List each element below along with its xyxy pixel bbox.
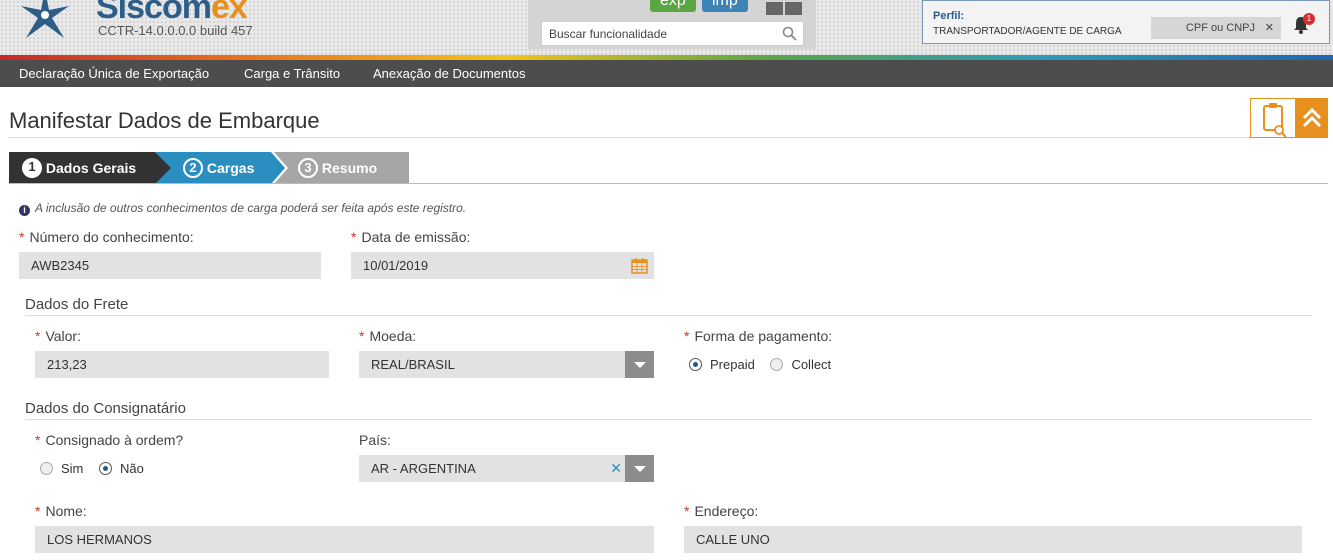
dropdown-arrow-icon[interactable]: [625, 455, 654, 482]
notifications-button[interactable]: 1: [1292, 13, 1315, 38]
search-box: [541, 21, 804, 46]
valor-label: * Valor:: [35, 328, 81, 344]
app-header: Siscomex CCTR-14.0.0.0.0 build 457 exp i…: [0, 0, 1333, 55]
clear-icon[interactable]: ✕: [1265, 17, 1274, 39]
double-chevron-up-icon: [1302, 107, 1322, 128]
wizard-steps: 3 Resumo 2 Cargas 1 Dados Gerais: [9, 152, 409, 184]
radio-icon: [40, 462, 53, 475]
step-resumo[interactable]: 3 Resumo: [274, 152, 409, 184]
radio-icon: [770, 358, 784, 371]
steps-divider: [9, 183, 1328, 184]
menu-item-due[interactable]: Declaração Única de Exportação: [19, 60, 209, 87]
moeda-label: * Moeda:: [359, 328, 417, 344]
section-dados-consignatario: Dados do Consignatário: [25, 400, 186, 417]
pais-select[interactable]: AR - ARGENTINA ✕: [359, 455, 654, 482]
valor-field[interactable]: 213,23: [35, 351, 329, 378]
radio-prepaid[interactable]: Prepaid: [689, 357, 755, 372]
section-divider: [25, 315, 1312, 316]
menu-item-carga-transito[interactable]: Carga e Trânsito: [244, 60, 340, 87]
title-divider: [9, 137, 1328, 138]
step-cargas[interactable]: 2 Cargas: [155, 152, 285, 184]
ordem-label: * Consignado à ordem?: [35, 432, 184, 448]
collapse-up-button[interactable]: [1296, 98, 1328, 138]
nome-field[interactable]: LOS HERMANOS: [35, 526, 654, 553]
cpf-cnpj-field[interactable]: CPF ou CNPJ ✕: [1151, 17, 1281, 39]
header-center-box: exp imp: [528, 0, 816, 49]
search-icon[interactable]: [782, 26, 797, 41]
numero-conhecimento-field[interactable]: AWB2345: [19, 252, 321, 279]
profile-value: TRANSPORTADOR/AGENTE DE CARGA: [933, 26, 1122, 37]
clipboard-search-icon: [1263, 103, 1287, 138]
calendar-icon[interactable]: [631, 257, 648, 274]
apps-grid-icon[interactable]: [766, 2, 804, 16]
numero-label: * Número do conhecimento:: [19, 229, 194, 245]
clear-selection-icon[interactable]: ✕: [610, 455, 622, 482]
menu-item-anexacao[interactable]: Anexação de Documentos: [373, 60, 525, 87]
radio-sim[interactable]: Sim: [40, 461, 83, 476]
section-dados-frete: Dados do Frete: [25, 296, 129, 313]
radio-collect[interactable]: Collect: [770, 357, 831, 372]
dropdown-arrow-icon[interactable]: [625, 351, 654, 378]
pagamento-radio-group: Prepaid Collect: [689, 357, 843, 372]
radio-icon: [99, 462, 113, 475]
cpf-cnpj-placeholder: CPF ou CNPJ: [1185, 22, 1255, 34]
page-title: Manifestar Dados de Embarque: [9, 108, 320, 133]
pais-label: País:: [359, 432, 391, 448]
profile-panel: Perfil: TRANSPORTADOR/AGENTE DE CARGA CP…: [922, 0, 1330, 44]
main-menu: Declaração Única de Exportação Carga e T…: [0, 60, 1333, 87]
ordem-radio-group: Sim Não: [40, 461, 156, 476]
search-input[interactable]: [542, 22, 772, 45]
imp-badge[interactable]: imp: [702, 0, 748, 12]
nome-label: * Nome:: [35, 503, 87, 519]
data-emissao-field[interactable]: 10/01/2019: [351, 252, 654, 279]
endereco-field[interactable]: CALLE UNO: [684, 526, 1302, 553]
profile-label: Perfil:: [933, 10, 965, 22]
section-divider: [25, 419, 1312, 420]
logo-star-icon: [21, 0, 69, 38]
moeda-select[interactable]: REAL/BRASIL: [359, 351, 654, 378]
info-icon: i: [19, 205, 30, 216]
radio-nao[interactable]: Não: [99, 461, 144, 476]
endereco-label: * Endereço:: [684, 503, 759, 519]
notification-count: 1: [1303, 13, 1315, 25]
build-version: CCTR-14.0.0.0.0 build 457: [98, 23, 253, 38]
exp-badge[interactable]: exp: [650, 0, 696, 12]
pagamento-label: * Forma de pagamento:: [684, 328, 833, 344]
radio-icon: [689, 358, 702, 371]
data-emissao-label: * Data de emissão:: [351, 229, 471, 245]
info-message: iA inclusão de outros conhecimentos de c…: [19, 201, 466, 216]
step-dados-gerais[interactable]: 1 Dados Gerais: [9, 152, 155, 184]
clipboard-search-button[interactable]: [1250, 98, 1296, 138]
